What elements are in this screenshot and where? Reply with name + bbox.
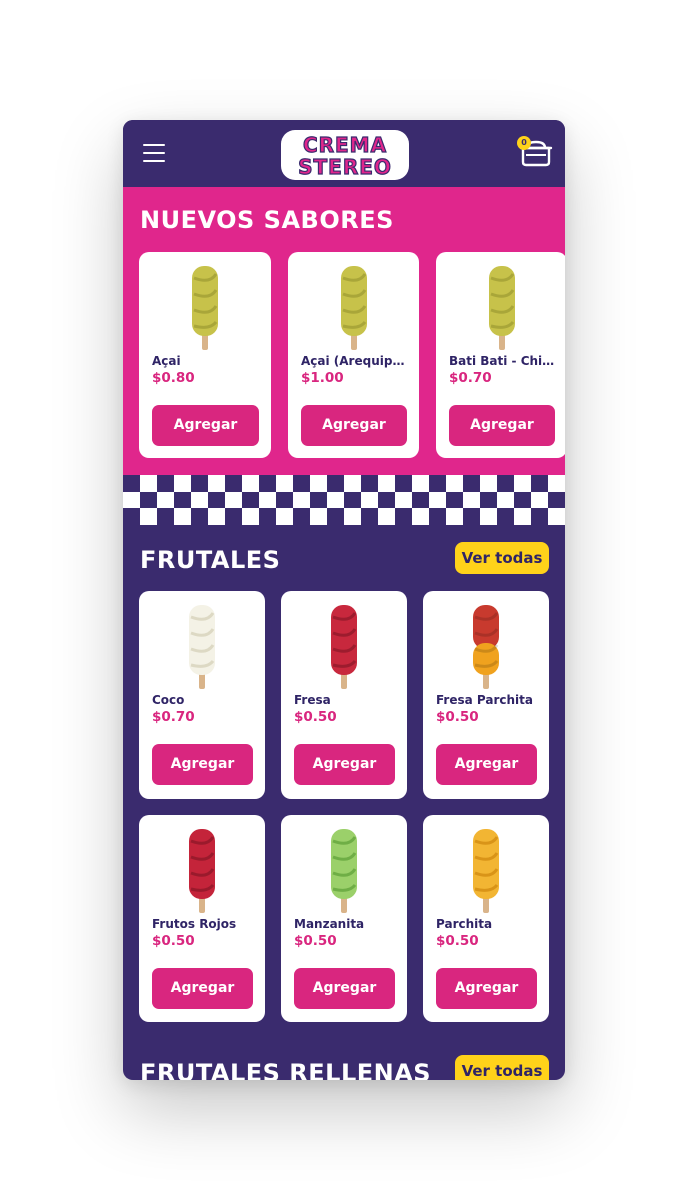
popsicle-icon	[331, 605, 357, 689]
product-name: Bati Bati - Chic...	[449, 354, 559, 368]
product-name: Frutos Rojos	[152, 917, 237, 931]
popsicle-icon	[192, 266, 218, 350]
hamburger-menu-icon[interactable]	[143, 144, 165, 163]
section-title: FRUTALES	[140, 546, 281, 574]
product-name: Fresa Parchita	[436, 693, 533, 707]
nuevos-carousel[interactable]: Açai $0.80 Agregar Açai (Arequipe ... $1…	[123, 252, 565, 462]
add-to-cart-button[interactable]: Agregar	[294, 744, 395, 785]
product-price: $0.70	[449, 370, 492, 386]
product-card[interactable]: Açai (Arequipe ... $1.00 Agregar	[288, 252, 419, 458]
add-to-cart-button[interactable]: Agregar	[152, 744, 253, 785]
product-card[interactable]: Parchita $0.50 Agregar	[423, 815, 549, 1022]
popsicle-icon	[189, 605, 215, 689]
see-all-button[interactable]: Ver todas	[455, 542, 549, 574]
product-price: $0.50	[294, 933, 337, 949]
svg-text:CREMA: CREMA	[303, 133, 387, 157]
checkered-divider	[123, 475, 565, 525]
product-card[interactable]: Manzanita $0.50 Agregar	[281, 815, 407, 1022]
product-card[interactable]: Fresa Parchita $0.50 Agregar	[423, 591, 549, 799]
product-price: $0.50	[152, 933, 195, 949]
nuevos-sabores-section: NUEVOS SABORES Açai $0.80 Agregar Açai (	[123, 187, 565, 524]
product-price: $0.50	[436, 709, 479, 725]
popsicle-icon	[189, 829, 215, 913]
add-to-cart-button[interactable]: Agregar	[152, 968, 253, 1009]
add-to-cart-button[interactable]: Agregar	[436, 968, 537, 1009]
product-price: $1.00	[301, 370, 344, 386]
add-to-cart-button[interactable]: Agregar	[152, 405, 259, 446]
popsicle-icon	[488, 266, 515, 350]
popsicle-icon	[340, 266, 367, 350]
product-card[interactable]: Frutos Rojos $0.50 Agregar	[139, 815, 265, 1022]
section-title: FRUTALES RELLENAS	[140, 1059, 432, 1080]
popsicle-icon	[473, 605, 499, 689]
section-title: NUEVOS SABORES	[140, 206, 394, 234]
product-name: Açai (Arequipe ...	[301, 354, 411, 368]
add-to-cart-button[interactable]: Agregar	[436, 744, 537, 785]
product-price: $0.50	[436, 933, 479, 949]
app-screen: CREMA STEREO 0 NUEVOS SABORES Açai $0.80…	[123, 120, 565, 1080]
cart-button[interactable]: 0	[517, 134, 553, 170]
product-name: Açai	[152, 354, 181, 368]
popsicle-icon	[331, 829, 357, 913]
product-card[interactable]: Fresa $0.50 Agregar	[281, 591, 407, 799]
top-bar: CREMA STEREO 0	[123, 120, 565, 187]
product-card[interactable]: Coco $0.70 Agregar	[139, 591, 265, 799]
cart-count-badge: 0	[517, 136, 531, 150]
see-all-button[interactable]: Ver todas	[455, 1055, 549, 1080]
product-name: Manzanita	[294, 917, 365, 931]
product-price: $0.50	[294, 709, 337, 725]
add-to-cart-button[interactable]: Agregar	[294, 968, 395, 1009]
product-name: Fresa	[294, 693, 331, 707]
add-to-cart-button[interactable]: Agregar	[301, 405, 407, 446]
svg-text:STEREO: STEREO	[298, 155, 392, 179]
product-card[interactable]: Bati Bati - Chic... $0.70 Agregar	[436, 252, 565, 458]
popsicle-icon	[473, 829, 499, 913]
product-price: $0.70	[152, 709, 195, 725]
product-price: $0.80	[152, 370, 195, 386]
product-name: Coco	[152, 693, 185, 707]
product-name: Parchita	[436, 917, 493, 931]
product-card[interactable]: Açai $0.80 Agregar	[139, 252, 271, 458]
add-to-cart-button[interactable]: Agregar	[449, 405, 555, 446]
crema-stereo-logo[interactable]: CREMA STEREO	[275, 126, 415, 184]
